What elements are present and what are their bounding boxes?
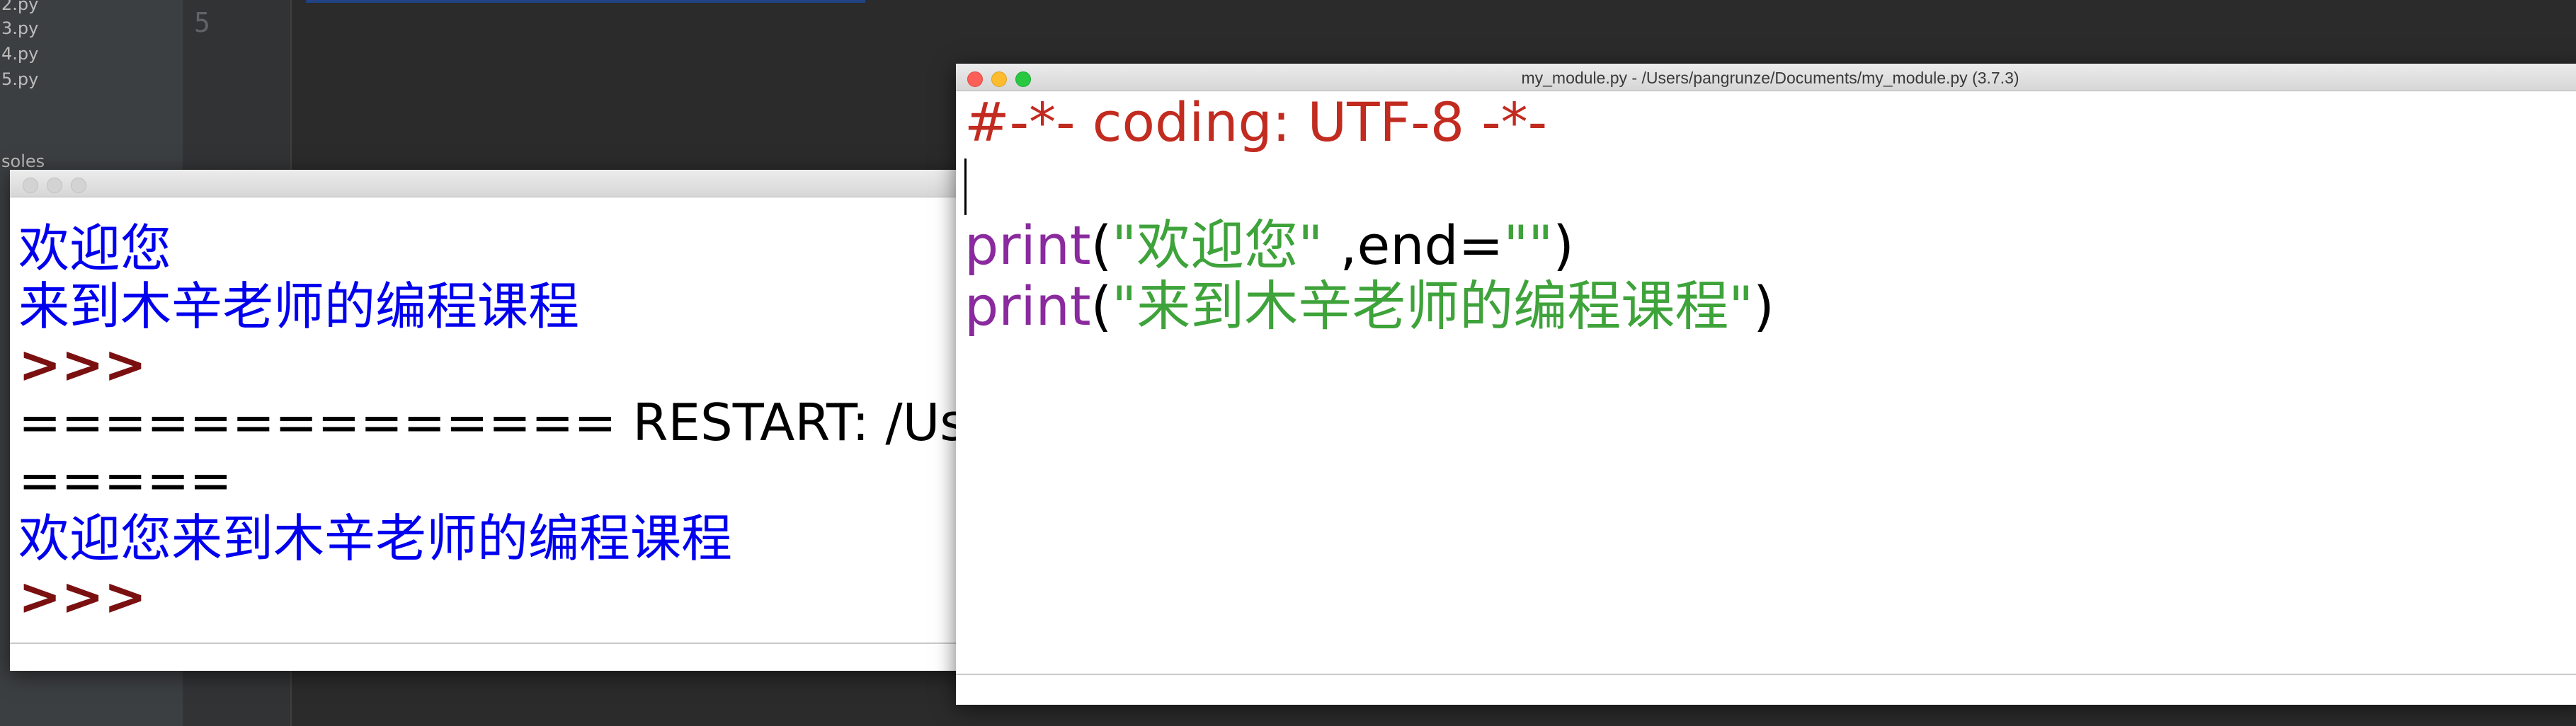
string-literal: "欢迎您" xyxy=(1112,214,1323,277)
string-literal: "来到木辛老师的编程课程" xyxy=(1112,275,1754,338)
shell-output-line: 欢迎您来到木辛老师的编程课程 xyxy=(18,509,733,568)
close-icon[interactable] xyxy=(23,178,38,193)
end-argument: ,end= xyxy=(1323,214,1504,277)
code-area[interactable]: #-*- coding: UTF-8 -*- print("欢迎您" ,end=… xyxy=(964,92,2576,337)
sidebar-file[interactable]: 5.py xyxy=(1,69,38,89)
module-editor-window[interactable]: my_module.py - /Users/pangrunze/Document… xyxy=(956,64,2576,705)
open-paren: ( xyxy=(1090,214,1112,277)
code-line-empty[interactable] xyxy=(964,153,2576,215)
shell-prompt[interactable]: >>> xyxy=(18,567,1044,626)
code-line-print-2[interactable]: print("来到木辛老师的编程课程") xyxy=(964,276,2576,337)
sidebar-section-label[interactable]: soles xyxy=(1,151,45,171)
print-keyword: print xyxy=(964,275,1091,338)
module-titlebar[interactable]: my_module.py - /Users/pangrunze/Document… xyxy=(956,64,2576,91)
close-paren: ) xyxy=(1553,214,1574,277)
text-cursor xyxy=(964,159,967,215)
print-keyword: print xyxy=(964,214,1091,277)
sidebar-file[interactable]: 4.py xyxy=(1,44,38,64)
open-paren: ( xyxy=(1090,275,1112,338)
zoom-icon[interactable] xyxy=(71,178,86,193)
restart-banner: ============== RESTART: /Users/p xyxy=(18,393,1095,452)
sidebar-file[interactable]: 3.py xyxy=(1,18,38,38)
shell-prompt: >>> xyxy=(18,335,147,394)
restart-banner-tail: ===== xyxy=(18,451,232,510)
shell-output-line: 来到木辛老师的编程课程 xyxy=(18,277,580,336)
sidebar-file[interactable]: 2.py xyxy=(1,0,38,14)
minimize-icon[interactable] xyxy=(47,178,62,193)
string-literal: "" xyxy=(1503,214,1554,277)
shell-output-line: 欢迎您 xyxy=(18,219,172,278)
close-paren: ) xyxy=(1753,275,1774,338)
python-shell-window[interactable]: 欢迎您 来到木辛老师的编程课程 >>> ============== RESTA… xyxy=(10,170,1095,671)
editor-selection xyxy=(306,0,865,3)
shell-titlebar[interactable] xyxy=(10,170,1044,197)
code-line-encoding[interactable]: #-*- coding: UTF-8 -*- xyxy=(964,92,2576,153)
editor-status-divider xyxy=(956,674,2576,675)
code-line-print-1[interactable]: print("欢迎您" ,end="") xyxy=(964,215,2576,276)
line-number: 5 xyxy=(194,7,210,38)
window-title: my_module.py - /Users/pangrunze/Document… xyxy=(1521,69,2019,87)
shell-output[interactable]: 欢迎您 来到木辛老师的编程课程 >>> ============== RESTA… xyxy=(18,219,1095,626)
shell-divider xyxy=(10,643,1044,644)
